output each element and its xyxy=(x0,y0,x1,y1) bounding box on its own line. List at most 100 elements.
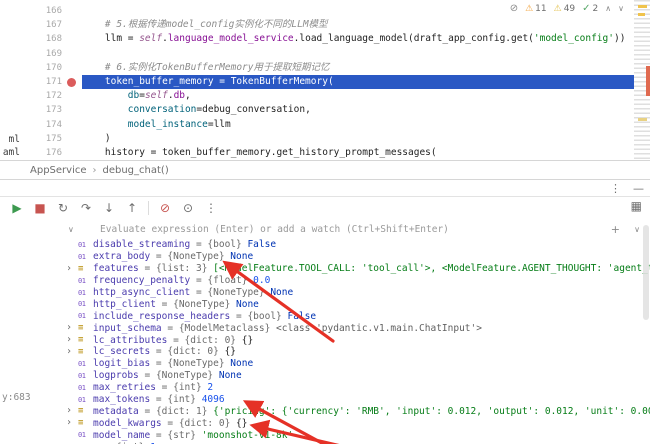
variable-row[interactable]: › ≡ input_schema = {ModelMetaclass} <class… xyxy=(0,322,650,334)
chevron-down-icon[interactable]: ∨ xyxy=(634,225,640,234)
gutter-slot[interactable] xyxy=(62,89,82,103)
variable-type: {float} xyxy=(207,275,254,287)
passed-count[interactable]: ✓ 2 xyxy=(582,3,598,14)
line-number[interactable]: 166 xyxy=(0,4,62,18)
line-number[interactable]: 175 xyxy=(0,132,62,146)
line-number[interactable]: 172 xyxy=(0,89,62,103)
step-over-button[interactable]: ↷ xyxy=(79,201,93,215)
variable-row[interactable]: 01 frequency_penalty = {float} 0.0 xyxy=(0,275,650,287)
variable-text: disable_streaming = {bool} False xyxy=(93,239,276,250)
variable-row[interactable]: 01 extra_body = {NoneType} None xyxy=(0,251,650,263)
breadcrumb-class[interactable]: AppService xyxy=(30,165,87,176)
expand-chevron-icon[interactable]: › xyxy=(66,323,78,333)
expand-chevron-icon[interactable]: › xyxy=(66,418,78,428)
variable-text: max_tokens = {int} 4096 xyxy=(93,394,225,405)
line-number[interactable]: 173 xyxy=(0,103,62,117)
panel-more-icon[interactable]: ⋮ xyxy=(610,182,621,195)
variable-type: {int} xyxy=(167,394,202,406)
prev-problem-icon[interactable]: ∧ xyxy=(605,4,611,13)
more-button[interactable]: ⋮ xyxy=(204,201,218,215)
line-number[interactable]: 169 xyxy=(0,47,62,61)
equals-sign: = xyxy=(138,263,156,275)
code-line: 168 llm = self.language_model_service.lo… xyxy=(0,32,634,46)
evaluate-expression-input[interactable]: Evaluate expression (Enter) or add a wat… xyxy=(100,224,449,235)
primitive-variable-icon: 01 xyxy=(78,240,86,249)
next-problem-icon[interactable]: ∨ xyxy=(618,4,624,13)
equals-sign: = xyxy=(155,298,174,310)
variable-row[interactable]: 01 logprobs = {NoneType} None xyxy=(0,370,650,382)
code-line: 173 conversation=debug_conversation, xyxy=(0,103,634,117)
expand-chevron-icon[interactable]: › xyxy=(66,346,78,357)
gutter-slot[interactable] xyxy=(62,103,82,117)
variable-row[interactable]: › ≡ lc_secrets = {dict: 0} {} xyxy=(0,346,650,358)
step-into-button[interactable]: ↓ xyxy=(102,201,116,215)
stripe-warning-mark[interactable] xyxy=(638,13,645,16)
code-editor[interactable]: ml aml 166 167 # 5.根据传递model_config实例化不同的… xyxy=(0,0,650,160)
variable-row[interactable]: › ≡ lc_attributes = {dict: 0} {} xyxy=(0,334,650,346)
stop-button[interactable]: ■ xyxy=(33,201,47,215)
highlighting-level-icon[interactable]: ⊘ xyxy=(510,3,518,14)
line-number[interactable]: 167 xyxy=(0,18,62,32)
rerun-button[interactable]: ↻ xyxy=(56,201,70,215)
mute-breakpoints-button[interactable]: ⊘ xyxy=(158,201,172,215)
equals-sign: = xyxy=(150,429,168,441)
variable-row[interactable]: 01 http_client = {NoneType} None xyxy=(0,298,650,310)
chevron-down-icon[interactable]: ∨ xyxy=(68,225,74,234)
stripe-breakpoint-mark[interactable] xyxy=(646,66,650,96)
variable-row[interactable]: 01 max_tokens = {int} 4096 xyxy=(0,394,650,406)
line-number[interactable]: 174 xyxy=(0,118,62,132)
gutter-slot[interactable] xyxy=(62,146,82,160)
variable-row[interactable]: 01 max_retries = {int} 2 xyxy=(0,382,650,394)
variable-value: {} xyxy=(241,334,254,346)
gutter-slot[interactable] xyxy=(62,18,82,32)
add-watch-icon[interactable]: + xyxy=(611,223,620,236)
scrollbar[interactable] xyxy=(643,225,649,320)
breadcrumb-method[interactable]: debug_chat() xyxy=(103,165,169,176)
variable-text: input_schema = {ModelMetaclass} <class '… xyxy=(93,323,482,334)
gutter-slot[interactable] xyxy=(62,132,82,146)
variable-value: None xyxy=(230,358,254,370)
editor-minimap[interactable] xyxy=(634,0,650,160)
variable-type: {dict: 0} xyxy=(178,417,237,429)
line-number[interactable]: 168 xyxy=(0,32,62,46)
variable-row[interactable]: 01 model_name = {str} 'moonshot-v1-8k' xyxy=(0,429,650,441)
composite-variable-icon: ≡ xyxy=(78,335,83,346)
expand-chevron-icon[interactable]: › xyxy=(66,263,78,274)
evaluate-expression-row[interactable]: ∨ Evaluate expression (Enter) or add a w… xyxy=(0,219,650,239)
line-number[interactable]: 170 xyxy=(0,61,62,75)
breadcrumb: AppService › debug_chat() xyxy=(0,160,650,179)
variable-row[interactable]: 01 disable_streaming = {bool} False xyxy=(0,239,650,251)
stripe-warning-mark[interactable] xyxy=(638,5,647,8)
variable-text: frequency_penalty = {float} 0.0 xyxy=(93,275,270,286)
line-number[interactable]: 171 xyxy=(0,75,62,89)
view-breakpoints-button[interactable]: ⊙ xyxy=(181,201,195,215)
stripe-warning-mark[interactable] xyxy=(638,118,647,121)
gutter-slot[interactable] xyxy=(62,47,82,61)
variable-text: include_response_headers = {bool} False xyxy=(93,311,316,322)
expand-chevron-icon[interactable]: › xyxy=(66,406,78,416)
resume-button[interactable]: ▶ xyxy=(10,201,24,215)
gutter-slot[interactable] xyxy=(62,118,82,132)
gutter-slot[interactable] xyxy=(62,4,82,18)
breakpoint-icon[interactable] xyxy=(62,75,82,89)
panel-hide-icon[interactable]: — xyxy=(633,182,644,195)
variable-value: None xyxy=(236,298,259,310)
variable-row[interactable]: 01 http_async_client = {NoneType} None xyxy=(0,287,650,299)
line-number[interactable]: 176 xyxy=(0,146,62,160)
weak-warnings-count[interactable]: ⚠ 49 xyxy=(554,4,576,14)
layout-settings-icon[interactable]: ▦ xyxy=(631,199,642,213)
variable-row[interactable]: 01 include_response_headers = {bool} Fals… xyxy=(0,310,650,322)
equals-sign: = xyxy=(155,382,174,394)
gutter-slot[interactable] xyxy=(62,32,82,46)
code-line: 167 # 5.根据传递model_config实例化不同的LLM模型 xyxy=(0,18,634,32)
gutter-slot[interactable] xyxy=(62,61,82,75)
variable-row[interactable]: › ≡ metadata = {dict: 1} {'pricing': {'cur… xyxy=(0,405,650,417)
variables-list: 01 disable_streaming = {bool} False 01 extr… xyxy=(0,239,650,444)
variable-name: frequency_penalty xyxy=(93,275,191,287)
variable-row[interactable]: 01 logit_bias = {NoneType} None xyxy=(0,358,650,370)
variable-row[interactable]: › ≡ features = {list: 3} [<ModelFeature.TO… xyxy=(0,263,650,275)
step-out-button[interactable]: ↑ xyxy=(125,201,139,215)
variable-row[interactable]: › ≡ model_kwargs = {dict: 0} {} xyxy=(0,417,650,429)
warnings-count[interactable]: ⚠ 11 xyxy=(525,4,547,14)
expand-chevron-icon[interactable]: › xyxy=(66,335,78,345)
